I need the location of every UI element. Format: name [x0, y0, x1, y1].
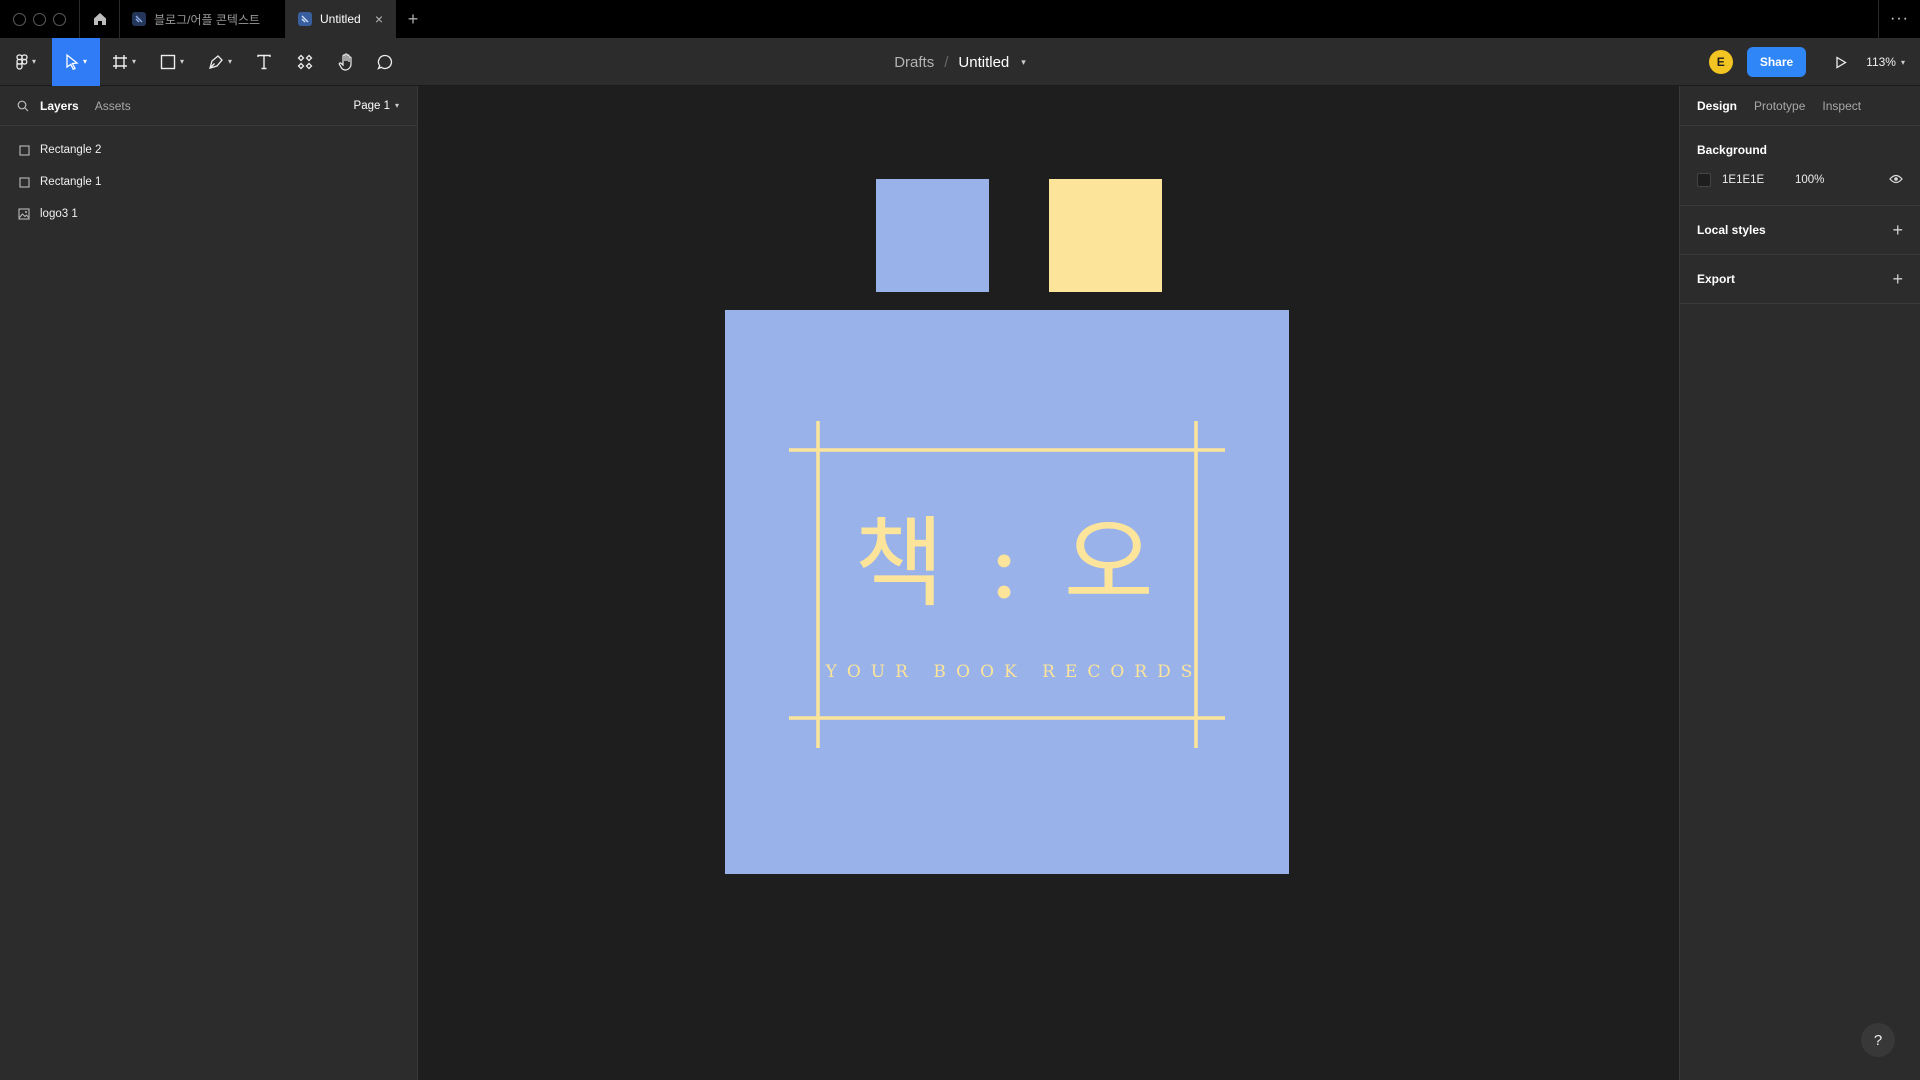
layer-row[interactable]: Rectangle 2: [0, 134, 417, 166]
breadcrumb-separator: /: [944, 54, 949, 71]
move-tool[interactable]: ▾: [52, 37, 100, 86]
layer-name: logo3 1: [40, 208, 78, 220]
file-tab-untitled[interactable]: Untitled ×: [286, 0, 396, 38]
chevron-down-icon: ▾: [31, 57, 36, 66]
present-button[interactable]: [1824, 38, 1858, 86]
layer-name: Rectangle 2: [40, 144, 102, 156]
chevron-down-icon: ▾: [227, 57, 232, 66]
chevron-down-icon[interactable]: ▾: [1021, 57, 1026, 68]
layers-panel-header: Layers Assets Page 1 ▾: [0, 86, 417, 126]
close-tab-icon[interactable]: ×: [375, 11, 383, 27]
search-icon[interactable]: [17, 100, 29, 112]
background-section: Background 1E1E1E 100%: [1680, 126, 1920, 206]
chevron-down-icon: ▾: [131, 57, 136, 66]
page-name: Page 1: [353, 99, 390, 112]
chevron-down-icon: ▾: [82, 57, 87, 66]
rectangle-icon: [18, 144, 30, 156]
background-hex-input[interactable]: 1E1E1E: [1722, 174, 1795, 186]
zoom-dropdown[interactable]: 113% ▾: [1866, 55, 1905, 69]
avatar[interactable]: E: [1708, 50, 1733, 74]
tab-label: Untitled: [320, 12, 361, 26]
add-style-icon[interactable]: +: [1892, 221, 1903, 239]
background-title: Background: [1697, 143, 1768, 157]
rectangle-1[interactable]: [1049, 179, 1162, 292]
main-menu-button[interactable]: ▾: [0, 38, 52, 86]
rectangle-2[interactable]: [876, 179, 989, 292]
close-window-button[interactable]: [13, 12, 26, 26]
tab-design[interactable]: Design: [1697, 99, 1737, 113]
resources-tool[interactable]: [284, 38, 326, 86]
background-fill-row: 1E1E1E 100%: [1697, 173, 1903, 187]
breadcrumb-drafts[interactable]: Drafts: [894, 54, 934, 71]
tab-prototype[interactable]: Prototype: [1754, 99, 1805, 113]
maximize-window-button[interactable]: [53, 12, 66, 26]
pen-icon: [209, 54, 223, 69]
zoom-level: 113%: [1866, 55, 1896, 69]
chevron-down-icon: ▾: [179, 57, 184, 66]
file-tab-blog-context[interactable]: 블로그/어플 콘텍스트: [120, 0, 286, 38]
figma-file-icon: [298, 12, 312, 26]
text-tool[interactable]: [244, 38, 284, 86]
components-icon: [297, 54, 313, 69]
eye-icon[interactable]: [1889, 174, 1903, 187]
image-icon: [18, 208, 30, 220]
hand-tool[interactable]: [326, 38, 366, 86]
new-tab-button[interactable]: +: [396, 0, 430, 38]
toolbar: ▾ ▾ ▾ ▾ ▾ Drafts / Untitled ▾ E Share 11…: [0, 37, 1920, 86]
local-styles-title: Local styles: [1697, 223, 1766, 237]
comment-tool[interactable]: [366, 38, 404, 86]
title-bar: 블로그/어플 콘텍스트 Untitled × + ···: [0, 0, 1920, 38]
tab-assets[interactable]: Assets: [95, 99, 131, 113]
tab-layers[interactable]: Layers: [40, 99, 79, 113]
more-options-icon[interactable]: ···: [1878, 0, 1920, 38]
chevron-down-icon: ▾: [394, 101, 399, 110]
export-section: Export +: [1680, 255, 1920, 304]
layer-row[interactable]: Rectangle 1: [0, 166, 417, 198]
design-panel: Design Prototype Inspect Background 1E1E…: [1679, 86, 1920, 1080]
window-controls: [0, 0, 80, 38]
logo-image[interactable]: 책 : 오 YOUR BOOK RECORDS: [725, 310, 1289, 874]
home-tab[interactable]: [80, 0, 120, 38]
color-swatch[interactable]: [1697, 173, 1711, 187]
cursor-arrow-icon: [66, 53, 79, 70]
layers-panel: Layers Assets Page 1 ▾ Rectangle 2 Recta…: [0, 86, 418, 1080]
export-title: Export: [1697, 272, 1736, 286]
tab-inspect[interactable]: Inspect: [1822, 99, 1861, 113]
home-icon: [93, 13, 106, 25]
comment-icon: [377, 54, 393, 70]
file-name[interactable]: Untitled: [958, 54, 1009, 71]
frame-tool[interactable]: ▾: [100, 38, 148, 86]
logo-title: 책 : 오: [854, 507, 1160, 621]
page-selector[interactable]: Page 1 ▾: [354, 100, 399, 112]
text-icon: [257, 54, 271, 69]
background-opacity-input[interactable]: 100%: [1795, 174, 1889, 186]
pen-tool[interactable]: ▾: [196, 38, 244, 86]
figma-logo-icon: [16, 53, 28, 70]
rectangle-icon: [18, 176, 30, 188]
share-button[interactable]: Share: [1746, 47, 1807, 77]
layer-row[interactable]: logo3 1: [0, 198, 417, 230]
tab-label: 블로그/어플 콘텍스트: [154, 12, 261, 27]
local-styles-section: Local styles +: [1680, 206, 1920, 255]
hand-icon: [338, 52, 352, 71]
minimize-window-button[interactable]: [33, 12, 46, 26]
rectangle-icon: [160, 54, 176, 69]
canvas[interactable]: 책 : 오 YOUR BOOK RECORDS: [418, 86, 1679, 1080]
figma-file-icon: [132, 12, 146, 26]
frame-icon: [112, 54, 127, 69]
play-icon: [1836, 55, 1847, 69]
layer-name: Rectangle 1: [40, 176, 102, 188]
help-button[interactable]: ?: [1861, 1023, 1895, 1057]
logo-subtitle: YOUR BOOK RECORDS: [825, 662, 1203, 682]
toolbar-right: E Share 113% ▾: [1708, 38, 1920, 86]
chevron-down-icon: ▾: [1900, 57, 1905, 67]
design-panel-tabs: Design Prototype Inspect: [1680, 86, 1920, 126]
rectangle-tool[interactable]: ▾: [148, 38, 196, 86]
add-export-icon[interactable]: +: [1892, 270, 1903, 288]
